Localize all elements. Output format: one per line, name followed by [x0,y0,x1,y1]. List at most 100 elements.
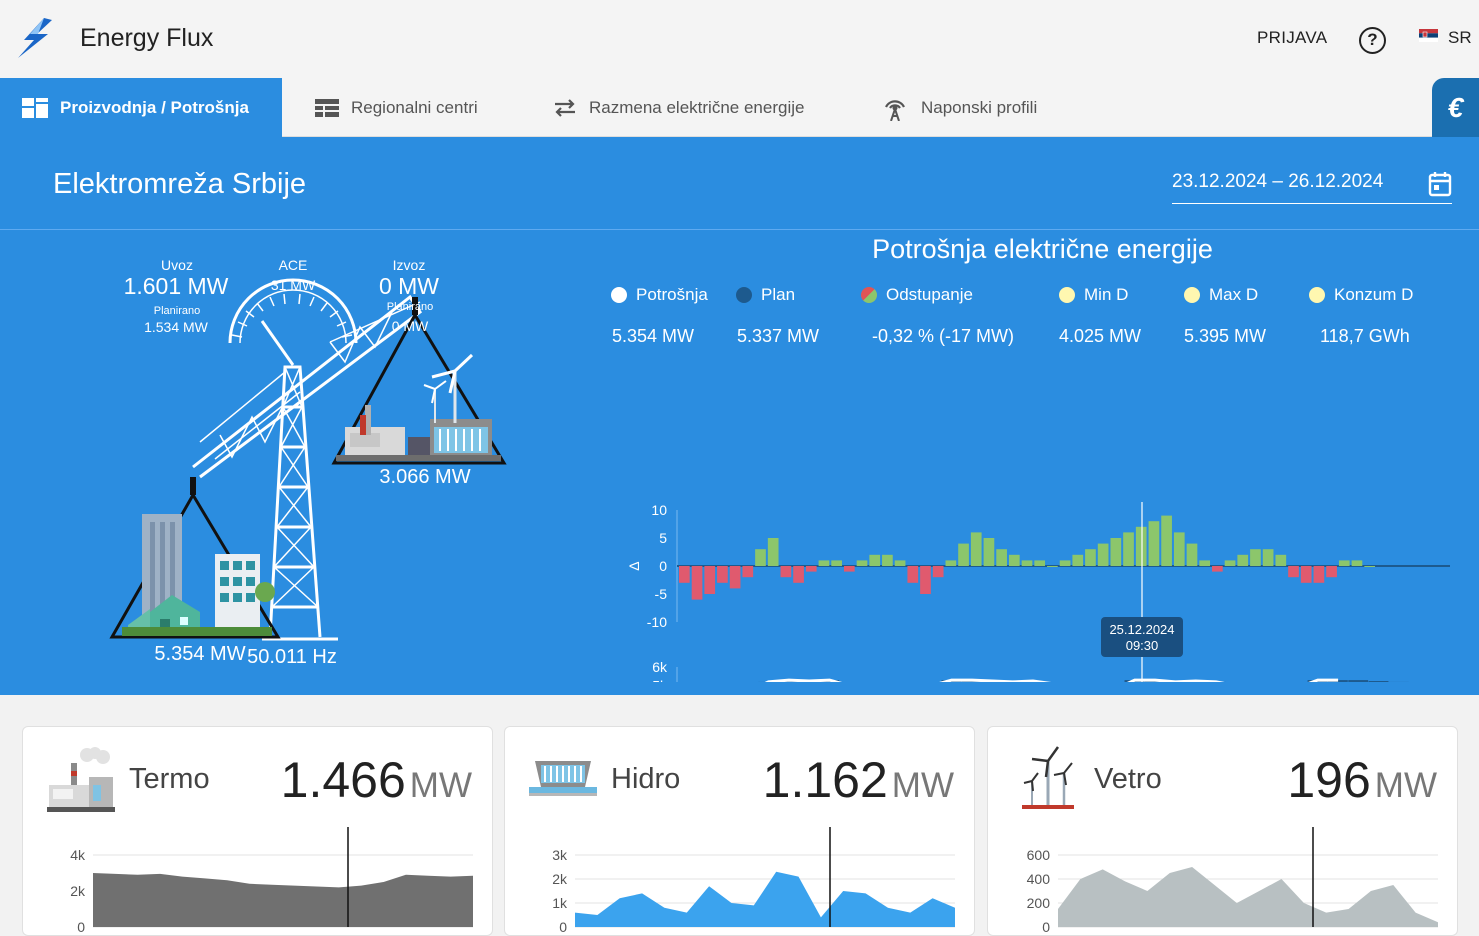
deviation-bar [692,566,703,600]
tab-regional-centers[interactable]: Regionalni centri [315,78,478,137]
export-planned-value: 0 MW [375,318,445,334]
language-selector[interactable]: SR [1448,28,1472,48]
tab-production-consumption[interactable]: Proizvodnja / Potrošnja [0,78,282,137]
white-dot-icon [611,287,627,303]
card-number: 1.466 [281,752,406,808]
card-unit: MW [410,766,472,805]
deviation-bar [958,544,969,566]
deviation-bar [679,566,690,583]
legend-label: Max D [1209,285,1258,305]
area-series [575,872,955,927]
lightning-logo-icon [14,16,58,60]
legend-label: Min D [1084,285,1128,305]
antenna-icon [881,95,909,121]
tab-label: Razmena električne energije [589,98,804,118]
deviation-bar [793,566,804,583]
export-planned-label: Planirano [375,301,445,313]
export-value: 0 MW [360,273,458,300]
deviation-bar [730,566,741,588]
deviation-bar [1326,566,1337,577]
import-planned-value: 1.534 MW [130,319,222,335]
deviation-bar [996,549,1007,566]
deviation-bar [895,560,906,566]
serbia-flag-icon[interactable] [1419,29,1438,42]
ace-value: 31 MW [258,277,328,293]
hidro-chart[interactable]: 3k2k1k0 [505,823,975,936]
tick-label: 4k [70,847,86,863]
stat-min-d: 4.025 MW [1059,326,1141,347]
card-hydro[interactable]: Hidro 1.162MW 3k2k1k0 [504,726,975,936]
deviation-bar [1174,532,1185,566]
export-label: Izvoz [382,257,436,273]
legend-plan[interactable]: Plan [736,285,795,305]
deviation-bar [1123,532,1134,566]
deviation-bar [920,566,931,594]
consumption-chart-title: Potrošnja električne energije [820,234,1265,265]
stat-plan: 5.337 MW [737,326,819,347]
yellow-dot-icon [1309,287,1325,303]
tab-label: Naponski profili [921,98,1037,118]
deviation-bar [1034,560,1045,566]
deviation-bar [742,566,753,577]
legend-konzum-d[interactable]: Konzum D [1309,285,1413,305]
import-value: 1.601 MW [110,273,242,300]
deviation-bar [1352,560,1363,566]
tooltip-time: 09:30 [1126,638,1159,653]
deviation-bar [869,555,880,566]
date-range-picker[interactable]: 23.12.2024 – 26.12.2024 [1172,171,1452,204]
legend-label: Odstupanje [886,285,973,305]
power-plants-icon [336,355,501,461]
card-value: 1.162MW [763,751,954,809]
euro-tab[interactable]: € [1432,78,1479,137]
tick-label: 2k [70,883,86,899]
deviation-bar [1110,538,1121,566]
deviation-bar [831,560,842,566]
consumption-chart[interactable]: 1050-5-10Δ6k5k4k3k2k1k0MW23.12.202424.12… [600,362,1470,682]
grid-overview-panel: Elektromreža Srbije 23.12.2024 – 26.12.2… [0,137,1479,695]
calendar-icon[interactable] [1428,171,1452,197]
vetro-chart[interactable]: 6004002000 [988,823,1458,936]
legend-min-d[interactable]: Min D [1059,285,1128,305]
deviation-bar [907,566,918,583]
page-title: Elektromreža Srbije [53,168,306,201]
area-series [93,873,473,927]
swap-icon [553,99,577,117]
deviation-bar [933,566,944,577]
deviation-bar [1212,566,1223,572]
card-value: 1.466MW [281,751,472,809]
login-link[interactable]: PRIJAVA [1257,28,1327,48]
termo-chart[interactable]: 4k2k0 [23,823,493,936]
card-unit: MW [892,766,954,805]
card-number: 196 [1287,752,1370,808]
plan-bar [1369,681,1389,682]
tab-label: Regionalni centri [351,98,478,118]
deviation-bar [1149,521,1160,566]
deviation-bar [971,532,982,566]
thermal-plant-icon [45,745,117,813]
deviation-bar [857,560,868,566]
deviation-bar [1301,566,1312,583]
production-value: 3.066 MW [360,466,490,489]
help-icon[interactable]: ? [1359,27,1386,54]
deviation-bar [882,555,893,566]
card-thermal[interactable]: Termo 1.466MW 4k2k0 [22,726,493,936]
stat-consumption: 5.354 MW [612,326,694,347]
hydro-dam-icon [527,757,599,807]
delta-tick-label: 0 [659,558,667,574]
legend-deviation[interactable]: Odstupanje [861,285,973,305]
deviation-bar [984,538,995,566]
legend-consumption[interactable]: Potrošnja [611,285,708,305]
legend-max-d[interactable]: Max D [1184,285,1258,305]
deviation-bar [946,560,957,566]
tab-voltage-profiles[interactable]: Naponski profili [881,78,1037,137]
deviation-bar [1072,555,1083,566]
app-title: Energy Flux [80,24,213,53]
deviation-bar [1314,566,1325,583]
wind-turbine-icon [1018,745,1078,811]
plan-bar [1348,680,1368,682]
delta-tick-label: 10 [651,502,667,518]
delta-tick-label: -10 [647,614,667,630]
card-wind[interactable]: Vetro 196MW 6004002000 [987,726,1458,936]
deviation-bar [1187,544,1198,566]
tab-energy-exchange[interactable]: Razmena električne energije [553,78,804,137]
